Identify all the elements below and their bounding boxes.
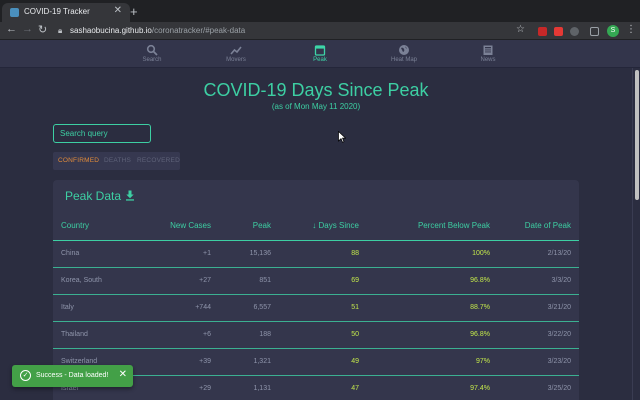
cell-new-cases: +27: [199, 277, 211, 284]
cell-new-cases: +6: [203, 331, 211, 338]
cell-new-cases: +744: [195, 304, 211, 311]
cell-new-cases: +29: [199, 385, 211, 392]
nav-item-heat-map[interactable]: Heat Map: [374, 44, 434, 63]
cell-date: 3/21/20: [547, 304, 571, 311]
browser-tab-bar: COVID-19 Tracker ✕ +: [0, 0, 640, 22]
cell-country: Italy: [61, 304, 74, 311]
nav-item-peak[interactable]: Peak: [290, 44, 350, 63]
back-icon[interactable]: ←: [6, 23, 17, 35]
cell-country: Switzerland: [61, 358, 98, 365]
app-nav: Search Movers Peak Heat Map News: [0, 40, 640, 68]
search-input[interactable]: [53, 124, 151, 143]
page-subtitle: (as of Mon May 11 2020): [271, 102, 361, 111]
cell-country: Thailand: [61, 331, 88, 338]
cell-date: 3/23/20: [547, 358, 571, 365]
cell-date: 3/3/20: [551, 277, 571, 284]
tab-recovered[interactable]: RECOVERED: [137, 157, 180, 164]
favicon-icon: [10, 8, 19, 17]
nav-item-search[interactable]: Search: [122, 44, 182, 63]
column-header-label: Days Since: [318, 221, 359, 230]
nav-item-label: Peak: [313, 57, 327, 63]
newspaper-icon: [483, 45, 493, 55]
table-row[interactable]: China +1 15,136 88 100% 2/13/20: [53, 241, 579, 268]
browser-tab[interactable]: COVID-19 Tracker ✕: [2, 3, 130, 22]
browser-menu-icon[interactable]: ⋮: [626, 24, 636, 35]
column-header-date[interactable]: Date of Peak: [525, 221, 571, 230]
cell-date: 3/22/20: [547, 331, 571, 338]
page-title: COVID-19 Days Since Peak: [203, 80, 429, 100]
trending-icon: [230, 46, 242, 55]
address-bar[interactable]: 🔒︎ sashaobucina.github.io/coronatracker/…: [52, 25, 532, 38]
cell-country: China: [61, 250, 80, 257]
toast-message: Success - Data loaded!: [36, 372, 109, 379]
column-header-peak[interactable]: Peak: [253, 221, 271, 230]
cell-percent-below: 97%: [475, 358, 490, 365]
cell-date: 3/25/20: [547, 385, 571, 392]
cell-percent-below: 96.8%: [470, 331, 490, 338]
cell-days-since: 50: [351, 331, 359, 338]
reload-icon[interactable]: ↻: [38, 23, 47, 36]
globe-icon: [399, 45, 409, 55]
cell-peak: 1,131: [253, 385, 271, 392]
table-row[interactable]: Korea, South +27 851 69 96.8% 3/3/20: [53, 268, 579, 295]
tab-title: COVID-19 Tracker: [24, 7, 90, 16]
nav-item-label: Search: [142, 57, 162, 63]
browser-toolbar: ← → ↻ 🔒︎ sashaobucina.github.io/coronatr…: [0, 22, 640, 40]
cell-days-since: 69: [351, 277, 359, 284]
table-row[interactable]: Thailand +6 188 50 96.8% 3/22/20: [53, 322, 579, 349]
cell-days-since: 88: [351, 250, 359, 257]
column-header-country[interactable]: Country: [61, 221, 89, 230]
column-header-percent-below[interactable]: Percent Below Peak: [418, 221, 490, 230]
forward-icon[interactable]: →: [22, 23, 33, 35]
extension-icon[interactable]: [538, 27, 547, 36]
tab-deaths[interactable]: DEATHS: [104, 157, 131, 164]
table-row[interactable]: Italy +744 6,557 51 88.7% 3/21/20: [53, 295, 579, 322]
column-header-days-since[interactable]: ↓ Days Since: [312, 221, 359, 230]
nav-item-movers[interactable]: Movers: [206, 44, 266, 63]
page-scrollbar[interactable]: [632, 68, 640, 400]
cell-peak: 851: [259, 277, 271, 284]
profile-avatar[interactable]: S: [607, 25, 619, 37]
nav-item-label: Movers: [226, 57, 246, 63]
nav-item-label: News: [480, 57, 496, 63]
cell-peak: 15,136: [249, 250, 271, 257]
search-icon: [146, 44, 158, 56]
cell-days-since: 47: [351, 385, 359, 392]
calendar-icon: [314, 45, 326, 56]
cell-country: Korea, South: [61, 277, 102, 284]
nav-item-news[interactable]: News: [458, 44, 518, 63]
mouse-cursor-icon: [338, 131, 346, 143]
bookmark-star-icon[interactable]: ☆: [516, 24, 525, 35]
extension-icon[interactable]: [554, 27, 563, 36]
category-tabs: CONFIRMED DEATHS RECOVERED: [53, 152, 180, 170]
cell-percent-below: 96.8%: [470, 277, 490, 284]
cell-date: 2/13/20: [547, 250, 571, 257]
extension-icon[interactable]: [570, 27, 579, 36]
card-title: Peak Data: [65, 189, 122, 203]
column-header-new-cases[interactable]: New Cases: [170, 221, 211, 230]
url-text: sashaobucina.github.io/coronatracker/#pe…: [70, 26, 246, 35]
cell-percent-below: 97.4%: [470, 385, 490, 392]
cell-peak: 6,557: [253, 304, 271, 311]
sort-arrow-icon: ↓: [312, 221, 317, 230]
extension-icon[interactable]: [590, 27, 599, 36]
new-tab-button[interactable]: +: [130, 4, 138, 19]
cell-percent-below: 100%: [472, 250, 490, 257]
download-icon[interactable]: [125, 190, 135, 201]
scrollbar-thumb[interactable]: [635, 70, 639, 200]
cell-days-since: 51: [351, 304, 359, 311]
cell-new-cases: +1: [203, 250, 211, 257]
toast-close-icon[interactable]: ✕: [119, 369, 127, 380]
cell-new-cases: +39: [199, 358, 211, 365]
nav-item-label: Heat Map: [390, 57, 417, 63]
success-toast: ✓ Success - Data loaded! ✕: [12, 365, 133, 387]
tab-close-icon[interactable]: ✕: [114, 5, 122, 16]
check-circle-icon: ✓: [20, 370, 31, 381]
cell-peak: 1,321: [253, 358, 271, 365]
cell-peak: 188: [259, 331, 271, 338]
lock-icon: 🔒︎: [58, 26, 63, 35]
tab-confirmed[interactable]: CONFIRMED: [58, 157, 99, 164]
cell-days-since: 49: [351, 358, 359, 365]
cell-percent-below: 88.7%: [470, 304, 490, 311]
